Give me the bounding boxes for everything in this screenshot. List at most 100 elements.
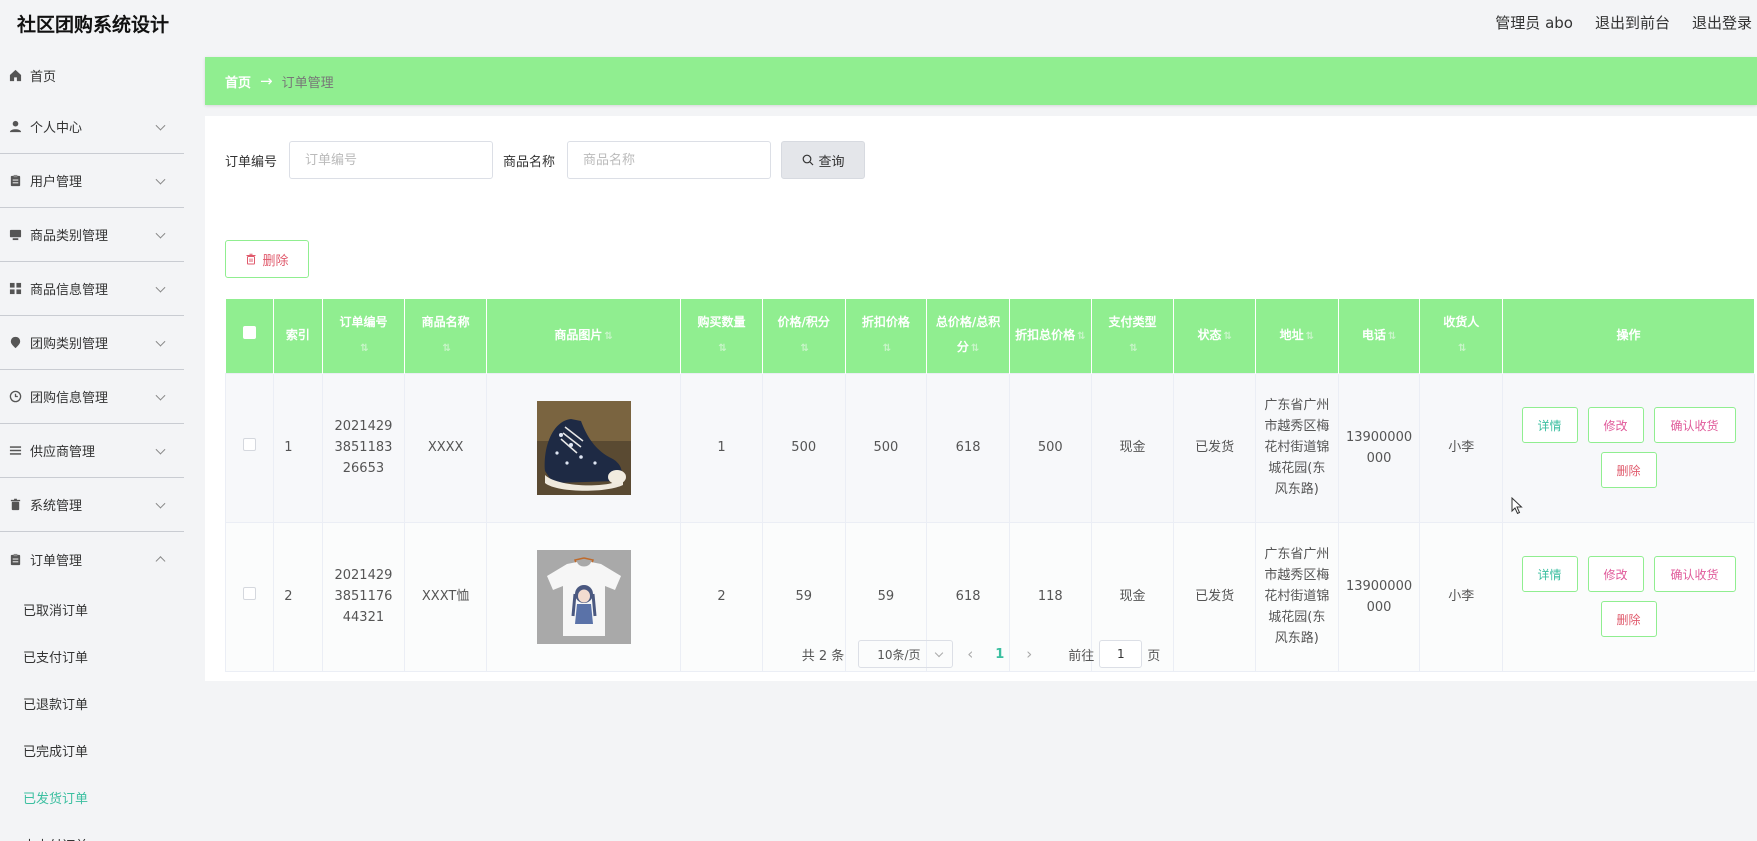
cell-actions: 详情 修改 确认收货 删除 <box>1502 372 1755 523</box>
goto-page-input[interactable] <box>1099 640 1143 668</box>
cell-qty: 1 <box>680 372 763 523</box>
chevron-down-icon <box>155 498 166 509</box>
col-phone[interactable]: 电话 ⇅ <box>1338 299 1421 373</box>
col-status[interactable]: 状态 ⇅ <box>1173 299 1256 373</box>
cell-order-no: 2021429 3851183 26653 <box>321 372 406 523</box>
batch-delete-button[interactable]: 删除 <box>225 240 309 278</box>
chevron-down-icon <box>155 120 166 131</box>
chevron-down-icon <box>155 282 166 293</box>
col-index: 索引 <box>273 299 323 373</box>
submenu-paid-orders[interactable]: 已支付订单 <box>0 633 184 680</box>
col-goods-image[interactable]: 商品图片 ⇅ <box>486 299 682 373</box>
page-unit-label: 页 <box>1147 648 1161 664</box>
page-number[interactable]: 1 <box>995 647 1004 662</box>
exit-to-front-link[interactable]: 退出到前台 <box>1595 12 1670 33</box>
submenu-completed-orders[interactable]: 已完成订单 <box>0 727 184 774</box>
sidebar-item-supplier[interactable]: 供应商管理 <box>0 424 184 478</box>
table-row: 1 2021429 3851183 26653 XXXX 1 500 500 6… <box>224 372 1755 523</box>
breadcrumb-home[interactable]: 首页 <box>225 72 251 91</box>
select-all-cell[interactable] <box>225 299 275 373</box>
col-receiver[interactable]: 收货人 ⇅ <box>1419 299 1504 373</box>
sidebar-item-group-info[interactable]: 团购信息管理 <box>0 370 184 424</box>
chevron-down-icon <box>155 228 166 239</box>
prev-page-icon[interactable]: ‹ <box>967 645 973 663</box>
app-title: 社区团购系统设计 <box>17 14 170 36</box>
sidebar-item-label: 个人中心 <box>30 121 83 136</box>
list-icon <box>8 444 22 458</box>
col-total[interactable]: 总价格/总积分 ⇅ <box>926 299 1010 373</box>
sneaker-photo <box>536 400 631 495</box>
sidebar-item-home[interactable]: 首页 <box>0 50 184 100</box>
col-order-no[interactable]: 订单编号 ⇅ <box>322 299 406 373</box>
row-checkbox[interactable] <box>243 587 257 600</box>
col-discount-total[interactable]: 折扣总价格 ⇅ <box>1009 299 1092 373</box>
sidebar-item-label: 团购信息管理 <box>30 391 109 406</box>
user-icon <box>8 120 22 134</box>
goto-label: 前往 <box>1068 648 1095 664</box>
cell-pay-type: 现金 <box>1090 372 1175 523</box>
total-count: 共 2 条 <box>801 648 845 664</box>
row-checkbox[interactable] <box>243 438 257 451</box>
sidebar-item-label: 首页 <box>30 69 57 85</box>
sidebar-item-goods-info[interactable]: 商品信息管理 <box>0 262 184 316</box>
chevron-down-icon <box>155 390 166 401</box>
order-no-input[interactable] <box>289 141 494 179</box>
query-button-label: 查询 <box>818 154 845 170</box>
sidebar-item-goods-category[interactable]: 商品类别管理 <box>0 208 184 262</box>
sidebar: 首页 个人中心 用户管理 商品类别管理 商品信息管理 团购类别管理 团购信息管理… <box>0 50 184 841</box>
home-icon <box>8 68 22 82</box>
breadcrumb-current: 订单管理 <box>281 75 334 91</box>
chevron-down-icon <box>155 336 166 347</box>
col-qty[interactable]: 购买数量 ⇅ <box>680 299 763 373</box>
sidebar-item-orders[interactable]: 订单管理 <box>0 532 184 586</box>
col-pay-type[interactable]: 支付类型 ⇅ <box>1091 299 1175 373</box>
cell-price: 500 <box>761 372 846 523</box>
col-discount-price[interactable]: 折扣价格 ⇅ <box>845 299 928 373</box>
sort-icon: ⇅ <box>800 343 809 355</box>
sidebar-item-profile[interactable]: 个人中心 <box>0 100 184 154</box>
sort-icon: ⇅ <box>360 343 369 355</box>
sort-icon: ⇅ <box>882 343 892 355</box>
delete-button[interactable]: 删除 <box>1600 452 1657 488</box>
current-user: 管理员 abo <box>1495 14 1573 32</box>
location-icon <box>8 336 22 350</box>
sort-icon: ⇅ <box>1223 330 1232 342</box>
batch-delete-label: 删除 <box>262 253 289 269</box>
clipboard-icon <box>8 552 22 566</box>
sidebar-item-users[interactable]: 用户管理 <box>0 154 184 208</box>
submenu-cancelled-orders[interactable]: 已取消订单 <box>0 586 184 633</box>
next-page-icon[interactable]: › <box>1026 645 1032 663</box>
col-address[interactable]: 地址 ⇅ <box>1255 299 1339 373</box>
chevron-up-icon <box>155 556 166 567</box>
sort-icon: ⇅ <box>1458 343 1467 355</box>
select-all-checkbox[interactable] <box>242 326 256 340</box>
submenu-shipped-orders[interactable]: 已发货订单 <box>0 774 184 821</box>
page-size-select[interactable]: 10条/页 <box>858 640 954 668</box>
clock-icon <box>8 390 22 404</box>
sidebar-item-group-category[interactable]: 团购类别管理 <box>0 316 184 370</box>
sort-icon: ⇅ <box>1129 343 1138 355</box>
logout-link[interactable]: 退出登录 <box>1692 12 1752 33</box>
cell-discount-total: 500 <box>1008 372 1092 523</box>
clipboard-icon <box>8 174 22 188</box>
sort-icon: ⇅ <box>1305 330 1315 342</box>
edit-button[interactable]: 修改 <box>1587 556 1644 592</box>
top-nav: 管理员 abo 退出到前台 退出登录 <box>1495 12 1752 33</box>
col-price[interactable]: 价格/积分 ⇅ <box>762 299 846 373</box>
search-form: 订单编号 商品名称 查询 <box>225 141 866 179</box>
confirm-receipt-button[interactable]: 确认收货 <box>1653 556 1736 592</box>
goods-name-input[interactable] <box>567 141 772 179</box>
delete-button[interactable]: 删除 <box>1600 601 1657 637</box>
edit-button[interactable]: 修改 <box>1587 407 1644 443</box>
col-goods-name[interactable]: 商品名称 ⇅ <box>404 299 487 373</box>
trash-icon <box>8 498 22 512</box>
detail-button[interactable]: 详情 <box>1521 556 1578 592</box>
submenu-refunded-orders[interactable]: 已退款订单 <box>0 680 184 727</box>
sort-icon: ⇅ <box>604 330 613 342</box>
submenu-unpaid-orders[interactable]: 未支付订单 <box>0 821 184 841</box>
detail-button[interactable]: 详情 <box>1521 407 1578 443</box>
confirm-receipt-button[interactable]: 确认收货 <box>1653 407 1736 443</box>
cell-index: 1 <box>273 372 323 523</box>
sidebar-item-system[interactable]: 系统管理 <box>0 478 184 532</box>
query-button[interactable]: 查询 <box>781 141 866 179</box>
